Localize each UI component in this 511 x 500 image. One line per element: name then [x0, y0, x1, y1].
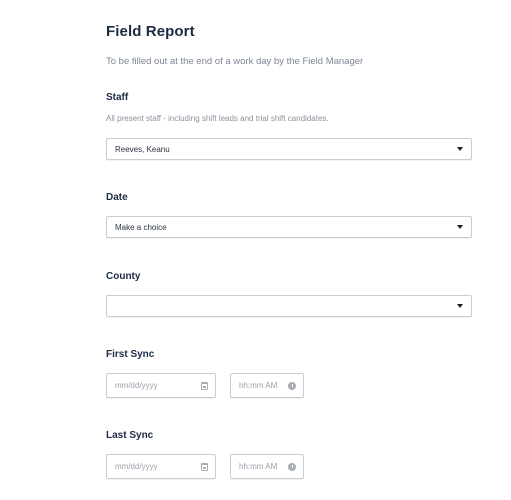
- clock-icon[interactable]: [288, 382, 296, 390]
- last-sync-label: Last Sync: [106, 430, 154, 441]
- caret-down-icon: [457, 225, 463, 229]
- form-title: Field Report: [106, 23, 195, 40]
- staff-help-text: All present staff - including shift lead…: [106, 114, 329, 123]
- first-sync-time-placeholder: hh:mm AM: [239, 381, 278, 390]
- staff-label: Staff: [106, 92, 129, 103]
- caret-down-icon: [457, 147, 463, 151]
- field-report-form: Field Report To be filled out at the end…: [0, 0, 511, 500]
- first-sync-date-placeholder: mm/dd/yyyy: [115, 381, 158, 390]
- caret-down-icon: [457, 304, 463, 308]
- last-sync-date-input[interactable]: mm/dd/yyyy: [106, 454, 216, 479]
- first-sync-date-input[interactable]: mm/dd/yyyy: [106, 373, 216, 398]
- staff-select[interactable]: Reeves, Keanu: [106, 138, 472, 160]
- date-select[interactable]: Make a choice: [106, 216, 472, 238]
- calendar-icon[interactable]: [201, 463, 208, 471]
- staff-select-value: Reeves, Keanu: [115, 144, 170, 154]
- date-select-value: Make a choice: [115, 222, 167, 232]
- last-sync-date-placeholder: mm/dd/yyyy: [115, 462, 158, 471]
- first-sync-label: First Sync: [106, 349, 155, 360]
- date-label: Date: [106, 192, 128, 203]
- first-sync-time-input[interactable]: hh:mm AM: [230, 373, 304, 398]
- form-subtitle: To be filled out at the end of a work da…: [106, 56, 364, 67]
- county-label: County: [106, 271, 141, 282]
- last-sync-time-input[interactable]: hh:mm AM: [230, 454, 304, 479]
- county-select[interactable]: [106, 295, 472, 317]
- last-sync-time-placeholder: hh:mm AM: [239, 462, 278, 471]
- clock-icon[interactable]: [288, 463, 296, 471]
- calendar-icon[interactable]: [201, 382, 208, 390]
